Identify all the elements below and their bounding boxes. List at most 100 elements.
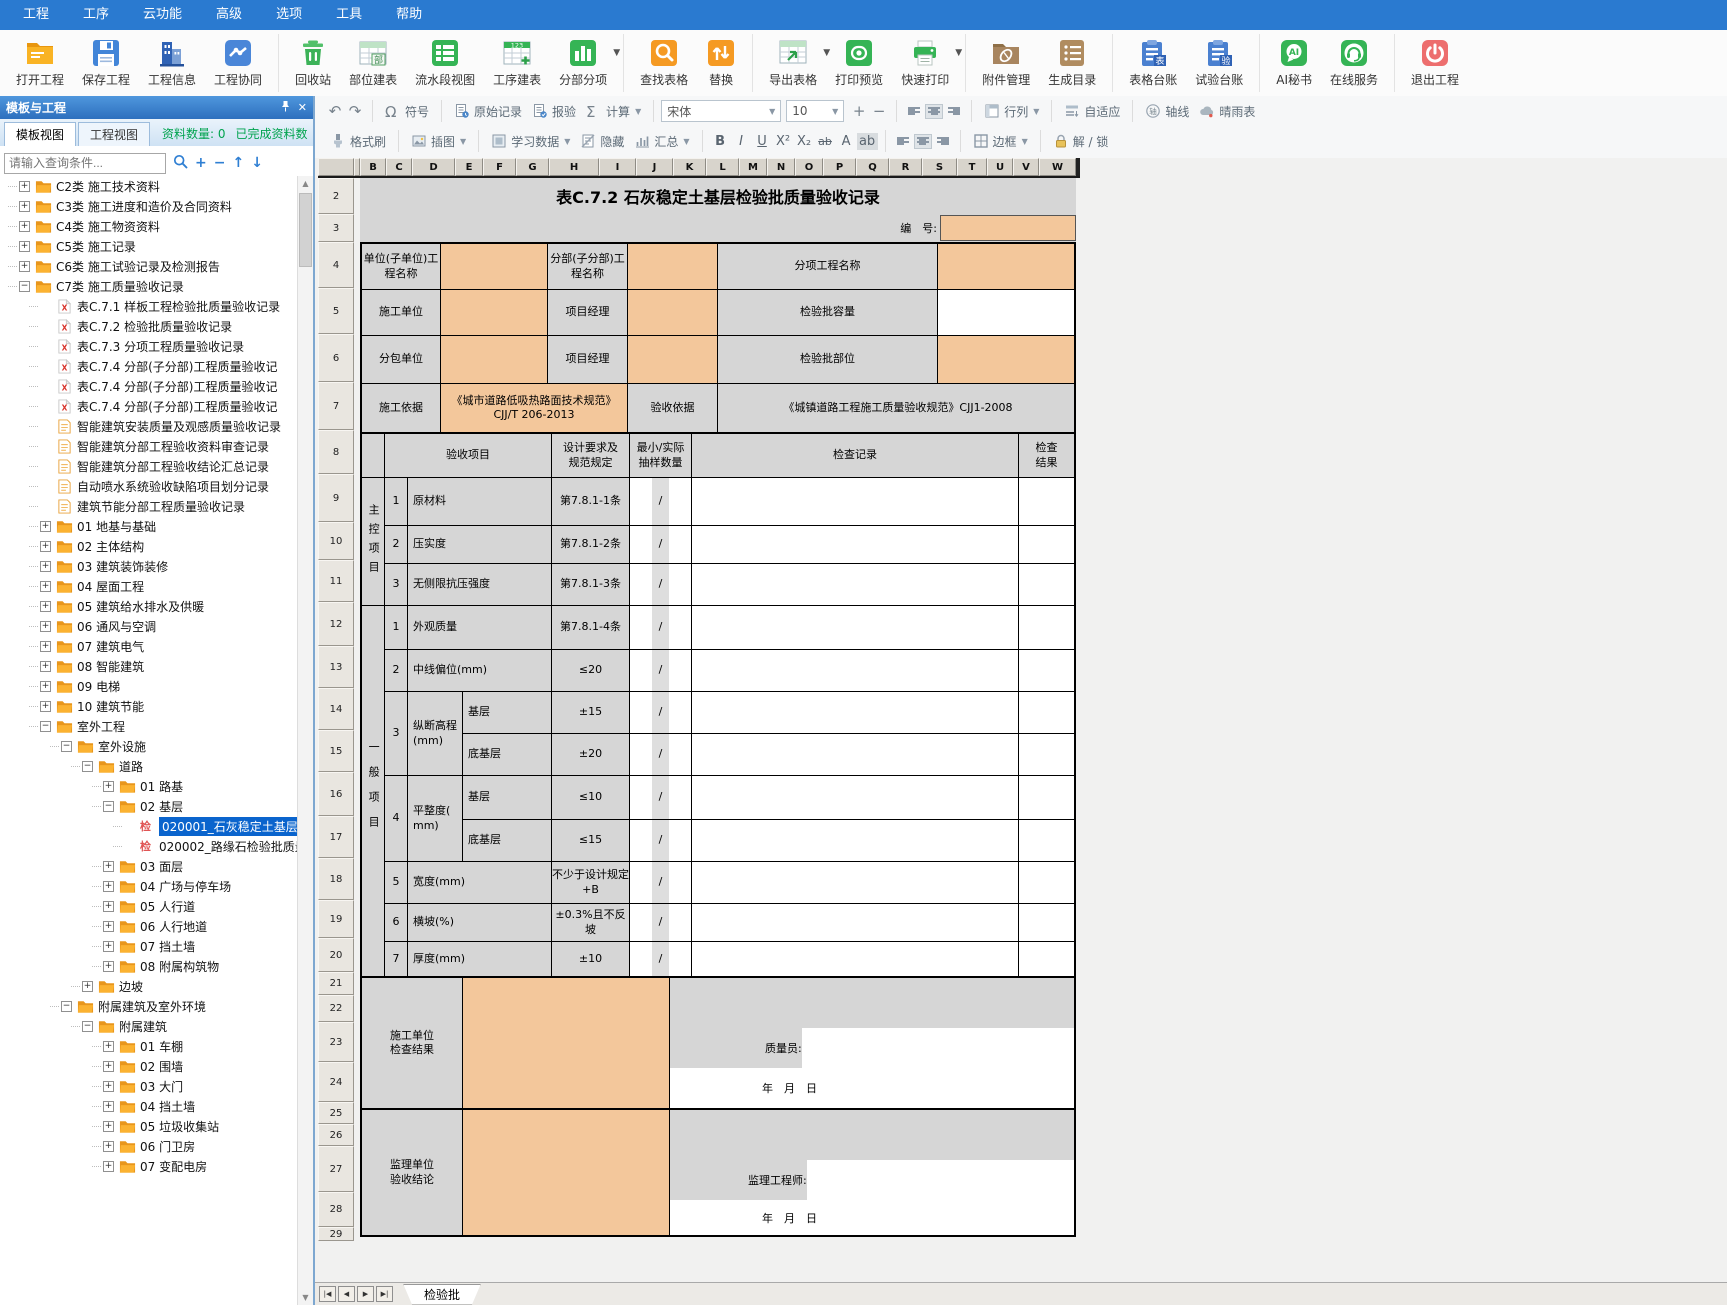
tree-item[interactable]: 智能建筑安装质量及观感质量验收记录 (0, 416, 298, 436)
tree-item[interactable]: +03 建筑装饰装修 (0, 556, 298, 576)
align-right-icon[interactable] (934, 134, 952, 149)
tree-item[interactable]: +02 主体结构 (0, 536, 298, 556)
column-header-L[interactable]: L (706, 158, 739, 176)
row-header-10[interactable]: 10 (318, 522, 354, 560)
row-header-26[interactable]: 26 (318, 1124, 354, 1146)
sample-value-cell[interactable]: / (652, 904, 669, 942)
dropdown-caret-icon[interactable]: ▼ (635, 107, 641, 116)
tree-expander-plus[interactable]: + (40, 601, 51, 612)
toolbar-button-replace[interactable]: 替换 (697, 36, 745, 90)
tree-item[interactable]: 检020002_路缘石检验批质量验 (0, 836, 298, 856)
record-cell[interactable] (692, 526, 1019, 564)
sample-cell[interactable] (630, 478, 652, 526)
result-cell[interactable] (1019, 734, 1074, 776)
menu-item-5[interactable]: 选项 (259, 0, 319, 30)
tree-expander-minus[interactable]: − (61, 1001, 72, 1012)
tree-item[interactable]: +07 建筑电气 (0, 636, 298, 656)
form-no-input[interactable] (940, 215, 1076, 241)
align-center-icon[interactable] (914, 134, 932, 149)
date-cell[interactable]: 年 月 日 (670, 1068, 1074, 1108)
font-minus-button[interactable]: − (869, 102, 889, 120)
row-header-27[interactable]: 27 (318, 1146, 354, 1192)
brush-button[interactable]: 格式刷 (325, 131, 391, 152)
row-header-24[interactable]: 24 (318, 1062, 354, 1102)
tree-item[interactable]: −道路 (0, 756, 298, 776)
footer-input-cell[interactable] (463, 1110, 670, 1235)
tree-item[interactable]: +04 挡土墙 (0, 1096, 298, 1116)
undo-button[interactable]: ↶ (325, 102, 345, 120)
row-header-9[interactable]: 9 (318, 474, 354, 522)
tree-item[interactable]: −02 基层 (0, 796, 298, 816)
toolbar-button-table-process[interactable]: 123 工序建表 (484, 36, 550, 90)
tree-expander-plus[interactable]: + (103, 1081, 114, 1092)
add-icon[interactable]: + (195, 156, 207, 170)
sample-value-cell[interactable]: / (652, 526, 669, 564)
tree-expander-plus[interactable]: + (82, 981, 93, 992)
row-header-15[interactable]: 15 (318, 730, 354, 772)
tree-item[interactable]: 建筑节能分部工程质量验收记录 (0, 496, 298, 516)
sample-cell[interactable] (669, 820, 692, 862)
tree-expander-plus[interactable]: + (40, 681, 51, 692)
result-cell[interactable] (1019, 692, 1074, 734)
toolbar-button-recycle-bin[interactable]: 回收站 (286, 36, 340, 90)
tree-item[interactable]: +06 通风与空调 (0, 616, 298, 636)
scroll-up-icon[interactable]: ▲ (302, 176, 308, 191)
remove-icon[interactable]: − (214, 156, 226, 170)
row-header-28[interactable]: 28 (318, 1192, 354, 1227)
sample-value-cell[interactable]: / (652, 692, 669, 734)
tree-item[interactable]: +08 附属构筑物 (0, 956, 298, 976)
tree-expander-plus[interactable]: + (19, 241, 30, 252)
column-header-I[interactable]: I (599, 158, 636, 176)
toolbar-button-bar-chart[interactable]: 分部分项 ▼ (550, 36, 616, 90)
column-header-J[interactable]: J (636, 158, 673, 176)
tree-item[interactable]: +04 广场与停车场 (0, 876, 298, 896)
sample-cell[interactable] (630, 734, 652, 776)
menu-item-6[interactable]: 工具 (319, 0, 379, 30)
tree-item[interactable]: +06 人行地道 (0, 916, 298, 936)
column-header-H[interactable]: H (549, 158, 599, 176)
tree-expander-plus[interactable]: + (40, 621, 51, 632)
scroll-down-icon[interactable]: ▼ (302, 1290, 308, 1305)
toolbar-button-export-table[interactable]: 导出表格 ▼ (760, 36, 826, 90)
column-header-S[interactable]: S (922, 158, 957, 176)
axis-button[interactable]: 轴轴线 (1140, 101, 1194, 122)
row-header-6[interactable]: 6 (318, 334, 354, 382)
row-header-5[interactable]: 5 (318, 288, 354, 334)
dropdown-caret-icon[interactable]: ▼ (683, 137, 689, 146)
info-input-cell[interactable] (628, 290, 718, 336)
tree-expander-plus[interactable]: + (103, 881, 114, 892)
sheet-tab[interactable]: 检验批 (403, 1284, 481, 1305)
last-sheet-button[interactable]: ▶| (376, 1286, 393, 1302)
tree-item[interactable]: +05 建筑给水排水及供暖 (0, 596, 298, 616)
column-header-F[interactable]: F (483, 158, 516, 176)
cloud-button[interactable]: 晴雨表 (1194, 101, 1260, 122)
sample-cell[interactable] (630, 904, 652, 942)
sidebar-scrollbar[interactable]: ▲ ▼ (297, 176, 313, 1305)
format-bold-button[interactable]: B (710, 133, 731, 150)
tree-expander-plus[interactable]: + (19, 201, 30, 212)
tree-expander-plus[interactable]: + (19, 221, 30, 232)
record-cell[interactable] (692, 734, 1019, 776)
row-header-13[interactable]: 13 (318, 646, 354, 688)
column-header-O[interactable]: O (795, 158, 823, 176)
tree-expander-plus[interactable]: + (103, 961, 114, 972)
sample-cell[interactable] (669, 606, 692, 650)
menu-item-1[interactable]: 工程 (6, 0, 66, 30)
tree-item[interactable]: +01 车棚 (0, 1036, 298, 1056)
toolbar-button-catalog[interactable]: 生成目录 (1039, 36, 1105, 90)
sample-cell[interactable] (669, 478, 692, 526)
column-header-U[interactable]: U (987, 158, 1013, 176)
signature-cell[interactable] (807, 1160, 1074, 1200)
scroll-thumb[interactable] (299, 193, 312, 267)
tree-expander-plus[interactable]: + (103, 941, 114, 952)
tree-item[interactable]: +05 人行道 (0, 896, 298, 916)
tree-expander-minus[interactable]: − (40, 721, 51, 732)
format-italic-button[interactable]: I (731, 133, 752, 150)
tree-item[interactable]: +07 变配电房 (0, 1156, 298, 1176)
column-header-E[interactable]: E (455, 158, 483, 176)
record-cell[interactable] (692, 606, 1019, 650)
result-cell[interactable] (1019, 650, 1074, 692)
toolbar-button-ledger-test[interactable]: 验 试验台账 (1186, 36, 1252, 90)
column-header-P[interactable]: P (823, 158, 856, 176)
toolbar-button-service[interactable]: 在线服务 (1321, 36, 1387, 90)
